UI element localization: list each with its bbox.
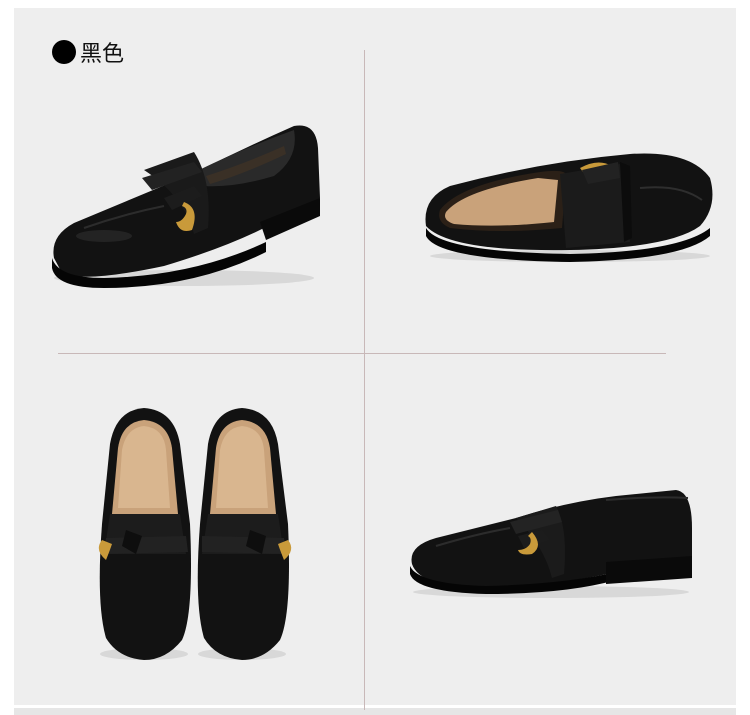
shoe-pair-top-view [96, 404, 296, 666]
color-label: 黑色 [52, 36, 124, 68]
bullet-dot-icon [52, 40, 76, 64]
color-label-text: 黑色 [80, 42, 125, 67]
shoe-inner-side-view [420, 148, 720, 268]
vertical-divider [364, 50, 365, 710]
shoe-side-angle-view [44, 118, 324, 293]
bottom-strip [14, 708, 736, 715]
horizontal-divider [58, 353, 666, 354]
shoe-outer-side-view [406, 488, 696, 600]
